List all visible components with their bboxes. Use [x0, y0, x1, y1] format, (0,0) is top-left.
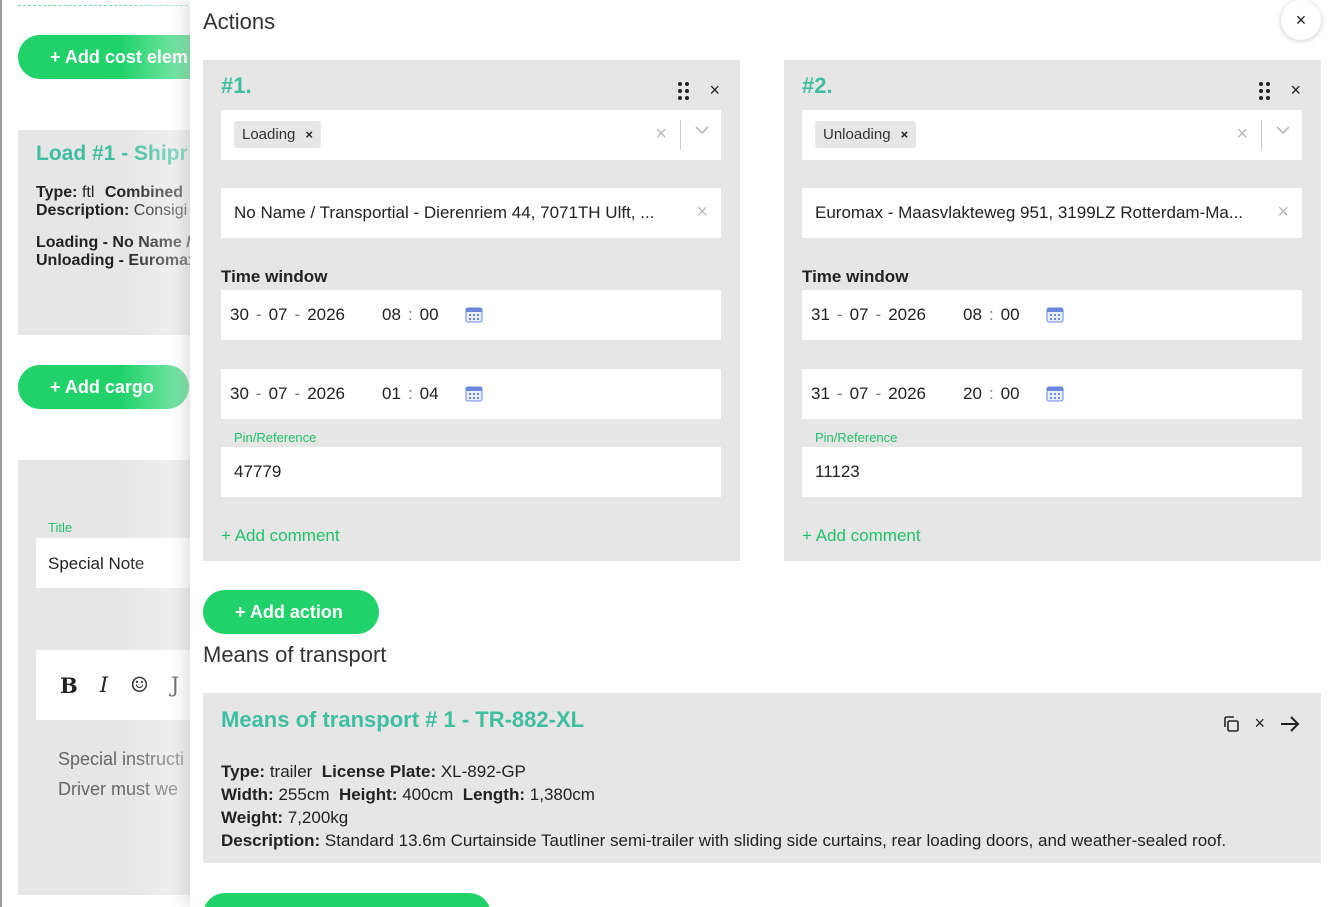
pin-reference-input[interactable]: 47779: [221, 447, 721, 497]
transport-weight-line: Weight: 7,200kg: [221, 808, 349, 827]
remove-action-button[interactable]: ×: [709, 80, 720, 100]
drag-handle-icon[interactable]: [678, 82, 690, 100]
select-separator: [1261, 120, 1262, 150]
loading-line: Loading - No Name /: [36, 234, 191, 251]
select-separator: [680, 120, 681, 150]
note-body[interactable]: Special instructi Driver must we: [58, 744, 184, 804]
action-type-tag: Unloading ×: [815, 121, 917, 148]
pin-reference-label: Pin/Reference: [234, 430, 317, 445]
unloading-line: Unloading - Euromax: [36, 252, 197, 269]
time-window-label: Time window: [802, 267, 909, 286]
action-card-2: #2. × Unloading × × Euromax - Maasvlakte…: [784, 60, 1321, 561]
transport-actions: ×: [1222, 713, 1301, 734]
address-select[interactable]: Euromax - Maasvlakteweg 951, 3199LZ Rott…: [802, 188, 1302, 238]
chevron-down-icon[interactable]: [695, 123, 709, 137]
pin-reference-input[interactable]: 11123: [802, 447, 1302, 497]
chevron-down-icon[interactable]: [1276, 123, 1290, 137]
close-icon: ×: [1290, 80, 1301, 100]
pin-reference-label: Pin/Reference: [815, 430, 898, 445]
close-drawer-button[interactable]: ×: [1281, 0, 1321, 40]
bold-button[interactable]: B: [60, 673, 78, 698]
actions-drawer: Actions × #1. × Loading × × No Name / Tr…: [190, 0, 1332, 907]
toolbar-more-button[interactable]: J: [171, 673, 179, 697]
transport-name: Means of transport # 1 - TR-882-XL: [221, 707, 585, 732]
action-type-select[interactable]: Loading × ×: [221, 110, 721, 160]
clear-select-icon[interactable]: ×: [1236, 123, 1248, 146]
close-icon[interactable]: ×: [1254, 713, 1265, 734]
load-summary-card: Load #1 - Shipr Type: ftl Combined Descr…: [18, 130, 200, 335]
action-number: #2.: [802, 73, 833, 98]
italic-button[interactable]: I: [100, 673, 108, 697]
calendar-icon[interactable]: [1046, 386, 1064, 402]
background-page: + Add cost elem Load #1 - Shipr Type: ft…: [0, 0, 200, 907]
load-type-line: Type: ftl Combined: [36, 184, 184, 201]
clear-select-icon[interactable]: ×: [655, 123, 667, 146]
note-title-label: Title: [48, 520, 73, 535]
dashed-divider: [18, 0, 198, 6]
remove-tag-icon[interactable]: ×: [901, 127, 909, 142]
note-title-input[interactable]: Special Note: [36, 538, 200, 588]
means-of-transport-card: Means of transport # 1 - TR-882-XL × Typ…: [203, 693, 1321, 863]
note-editor-card: Title Special Note B I ☺ J Special instr…: [18, 460, 200, 895]
time-window-end-input[interactable]: 30-07-2026 01:04: [221, 369, 721, 419]
action-type-tag: Loading ×: [234, 121, 321, 148]
copy-icon[interactable]: [1222, 715, 1240, 733]
drag-handle-icon[interactable]: [1259, 82, 1271, 100]
address-select[interactable]: No Name / Transportial - Dierenriem 44, …: [221, 188, 721, 238]
add-comment-link[interactable]: + Add comment: [221, 526, 340, 546]
load-description-line: Description: Consigi: [36, 202, 188, 219]
add-means-of-transport-button[interactable]: [203, 893, 491, 907]
add-comment-link[interactable]: + Add comment: [802, 526, 921, 546]
time-window-start-input[interactable]: 30-07-2026 08:00: [221, 290, 721, 340]
actions-title: Actions: [203, 9, 276, 34]
transport-details: Type: trailer License Plate: XL-892-GP W…: [221, 760, 1226, 852]
clear-address-icon[interactable]: ×: [1277, 201, 1289, 224]
means-of-transport-title: Means of transport: [203, 642, 387, 667]
transport-type-line: Type: trailer License Plate: XL-892-GP: [221, 762, 526, 781]
load-title: Load #1 - Shipr: [36, 142, 188, 165]
transport-description-line: Description: Standard 13.6m Curtainside …: [221, 831, 1227, 850]
time-window-end-input[interactable]: 31-07-2026 20:00: [802, 369, 1302, 419]
add-action-button[interactable]: + Add action: [203, 590, 379, 634]
time-window-label: Time window: [221, 267, 328, 286]
remove-tag-icon[interactable]: ×: [305, 127, 313, 142]
time-window-start-input[interactable]: 31-07-2026 08:00: [802, 290, 1302, 340]
calendar-icon[interactable]: [465, 307, 483, 323]
arrow-right-icon[interactable]: [1279, 715, 1301, 733]
clear-address-icon[interactable]: ×: [696, 201, 708, 224]
calendar-icon[interactable]: [1046, 307, 1064, 323]
action-card-1: #1. × Loading × × No Name / Transportial…: [203, 60, 740, 561]
add-cargo-button[interactable]: + Add cargo: [18, 365, 189, 409]
rich-text-toolbar: B I ☺ J: [36, 650, 200, 720]
close-icon: ×: [1295, 9, 1307, 30]
calendar-icon[interactable]: [465, 386, 483, 402]
close-icon: ×: [709, 80, 720, 100]
remove-action-button[interactable]: ×: [1290, 80, 1301, 100]
transport-dimensions-line: Width: 255cm Height: 400cm Length: 1,380…: [221, 785, 595, 804]
emoji-button[interactable]: ☺: [130, 673, 149, 697]
add-cost-element-button[interactable]: + Add cost elem: [18, 35, 200, 79]
action-type-select[interactable]: Unloading × ×: [802, 110, 1302, 160]
action-number: #1.: [221, 73, 252, 98]
